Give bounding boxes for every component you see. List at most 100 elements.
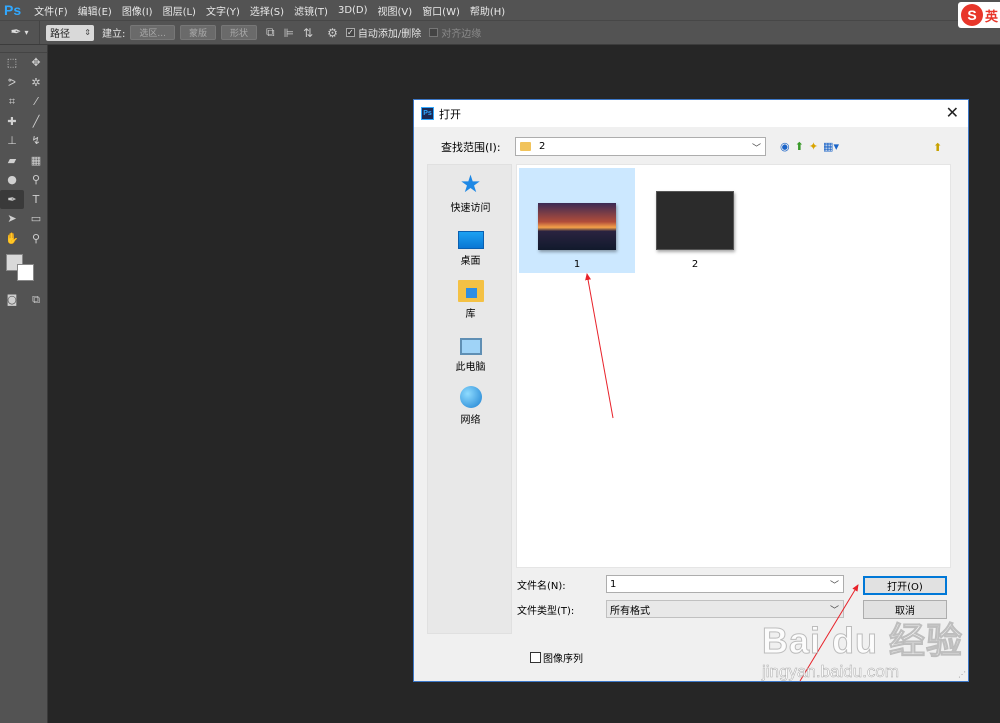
new-folder-icon[interactable]: ⬆	[933, 141, 942, 154]
place-label: 网络	[460, 415, 481, 426]
view-menu-icon[interactable]: ▦▾	[823, 140, 839, 153]
hand-tool-icon[interactable]: ✋	[0, 229, 24, 249]
place-this-pc[interactable]: 此电脑	[428, 324, 513, 377]
menu-file[interactable]: 文件(F)	[29, 3, 73, 18]
menu-type[interactable]: 文字(Y)	[201, 3, 245, 18]
blur-tool-icon[interactable]: ●	[0, 170, 24, 190]
type-tool-icon[interactable]: T	[24, 190, 48, 210]
place-label: 桌面	[460, 256, 481, 267]
pen-mode-value: 路径	[50, 29, 70, 40]
eraser-tool-icon[interactable]: ▰	[0, 151, 24, 171]
path-arrangement-icon[interactable]: ⇅	[303, 26, 313, 40]
updown-arrow-icon: ⇕	[84, 28, 91, 37]
menu-3d[interactable]: 3D(D)	[333, 5, 373, 16]
image-sequence-checkbox[interactable]: 图像序列	[530, 650, 583, 665]
open-dialog: Ps 打开 ✕ 查找范围(I): 2 ﹀ ◉ ⬆ ✦ ▦▾ ⬆ ★ 快速访问 桌…	[413, 99, 969, 682]
zoom-tool-icon[interactable]: ⚲	[24, 229, 48, 249]
background-color-swatch[interactable]	[17, 264, 34, 281]
shape-tool-icon[interactable]: ▭	[24, 209, 48, 229]
file-name-input[interactable]: 1 ﹀	[606, 575, 844, 593]
chevron-down-icon: ▾	[24, 28, 29, 37]
open-button[interactable]: 打开(O)	[863, 576, 947, 595]
magic-wand-tool-icon[interactable]: ✲	[24, 73, 48, 93]
marquee-tool-icon[interactable]: ⬚	[0, 53, 24, 73]
history-brush-tool-icon[interactable]: ↯	[24, 131, 48, 151]
lasso-tool-icon[interactable]: ᕗ	[0, 73, 24, 93]
file-type-value: 所有格式	[610, 605, 650, 617]
place-label: 此电脑	[455, 362, 486, 373]
star-icon: ★	[459, 170, 482, 198]
pen-mode-select[interactable]: 路径 ⇕	[46, 24, 94, 41]
place-label: 快速访问	[450, 203, 491, 214]
menu-view[interactable]: 视图(V)	[373, 3, 418, 18]
file-item-2[interactable]: 2	[637, 168, 753, 273]
menu-image[interactable]: 图像(I)	[117, 3, 158, 18]
file-name-label: 文件名(N):	[517, 580, 566, 592]
align-edges-label: 对齐边缘	[441, 29, 482, 40]
watermark-url: jingyan.baidu.com	[762, 662, 900, 682]
photoshop-icon: Ps	[421, 107, 434, 120]
file-list: 1 2	[516, 164, 951, 568]
menu-window[interactable]: 窗口(W)	[417, 3, 465, 18]
library-icon	[457, 280, 484, 302]
place-desktop[interactable]: 桌面	[428, 218, 513, 271]
gear-icon[interactable]: ⚙	[327, 26, 338, 40]
menu-layer[interactable]: 图层(L)	[158, 3, 201, 18]
file-type-label: 文件类型(T):	[517, 605, 575, 617]
quick-mask-icon[interactable]: ◙	[0, 290, 24, 310]
computer-icon	[459, 338, 482, 355]
make-shape-button[interactable]: 形状	[220, 25, 257, 40]
baidu-jingyan-watermark: Bai du 经验 jingyan.baidu.com	[762, 612, 972, 708]
image-sequence-label: 图像序列	[543, 654, 583, 665]
watermark-logo: Bai du 经验	[762, 620, 964, 662]
place-network[interactable]: 网络	[428, 377, 513, 430]
create-folder-icon[interactable]: ✦	[809, 140, 818, 153]
file-name-value: 1	[610, 578, 617, 590]
crop-tool-icon[interactable]: ⌗	[0, 92, 24, 112]
gradient-tool-icon[interactable]: ▦	[24, 151, 48, 171]
menu-filter[interactable]: 滤镜(T)	[289, 3, 333, 18]
path-alignment-icon[interactable]: ⊫	[284, 26, 294, 40]
make-mask-button[interactable]: 蒙版	[179, 25, 216, 40]
file-item-1[interactable]: 1	[519, 168, 635, 273]
close-icon[interactable]: ✕	[946, 103, 959, 122]
dodge-tool-icon[interactable]: ⚲	[24, 170, 48, 190]
place-library[interactable]: 库	[428, 271, 513, 324]
back-icon[interactable]: ◉	[780, 140, 790, 153]
file-name-row: 文件名(N): 1 ﹀	[517, 575, 844, 593]
screen-mode-icon[interactable]: ⧉	[24, 290, 48, 310]
align-edges-checkbox[interactable]: 对齐边缘	[429, 25, 481, 40]
place-label: 库	[465, 309, 476, 320]
toolbox-grip[interactable]	[0, 45, 47, 53]
look-in-combo[interactable]: 2 ﹀	[515, 137, 766, 156]
file-name: 2	[691, 259, 699, 270]
place-quick-access[interactable]: ★ 快速访问	[428, 165, 513, 218]
clone-stamp-tool-icon[interactable]: ⊥	[0, 131, 24, 151]
auto-add-delete-checkbox[interactable]: ✓ 自动添加/删除	[345, 25, 422, 40]
up-folder-icon[interactable]: ⬆	[795, 140, 804, 153]
path-operations-icon[interactable]: ⧉	[266, 25, 275, 40]
menu-bar: Ps 文件(F) 编辑(E) 图像(I) 图层(L) 文字(Y) 选择(S) 滤…	[0, 0, 1000, 20]
menu-edit[interactable]: 编辑(E)	[73, 3, 117, 18]
brush-tool-icon[interactable]: ╱	[24, 112, 48, 132]
dialog-titlebar[interactable]: Ps 打开 ✕	[414, 100, 968, 127]
healing-brush-tool-icon[interactable]: ✚	[0, 112, 24, 132]
menu-select[interactable]: 选择(S)	[245, 3, 289, 18]
folder-icon	[520, 142, 531, 151]
make-selection-button[interactable]: 选区...	[130, 25, 175, 40]
move-tool-icon[interactable]: ✥	[24, 53, 48, 73]
tool-preset-picker[interactable]: ✒ ▾	[0, 21, 40, 44]
checkbox-icon	[429, 28, 439, 37]
pen-tool-icon[interactable]: ✒	[0, 189, 24, 209]
ime-indicator[interactable]: S 英	[958, 2, 1000, 28]
checkbox-checked-icon: ✓	[345, 28, 355, 37]
toolbox: ⬚ ✥ ᕗ ✲ ⌗ ⁄ ✚ ╱ ⊥ ↯ ▰ ▦ ● ⚲ ✒ T ➤ ▭ ✋ ⚲ ◙ ⧉	[0, 45, 48, 723]
color-swatches	[0, 252, 47, 290]
path-selection-tool-icon[interactable]: ➤	[0, 209, 24, 229]
places-bar: ★ 快速访问 桌面 库 此电脑 网络	[427, 164, 512, 634]
eyedropper-tool-icon[interactable]: ⁄	[24, 92, 48, 112]
photoshop-logo: Ps	[4, 2, 22, 18]
sogou-icon: S	[961, 4, 983, 26]
auto-add-delete-label: 自动添加/删除	[357, 29, 422, 40]
menu-help[interactable]: 帮助(H)	[465, 3, 510, 18]
